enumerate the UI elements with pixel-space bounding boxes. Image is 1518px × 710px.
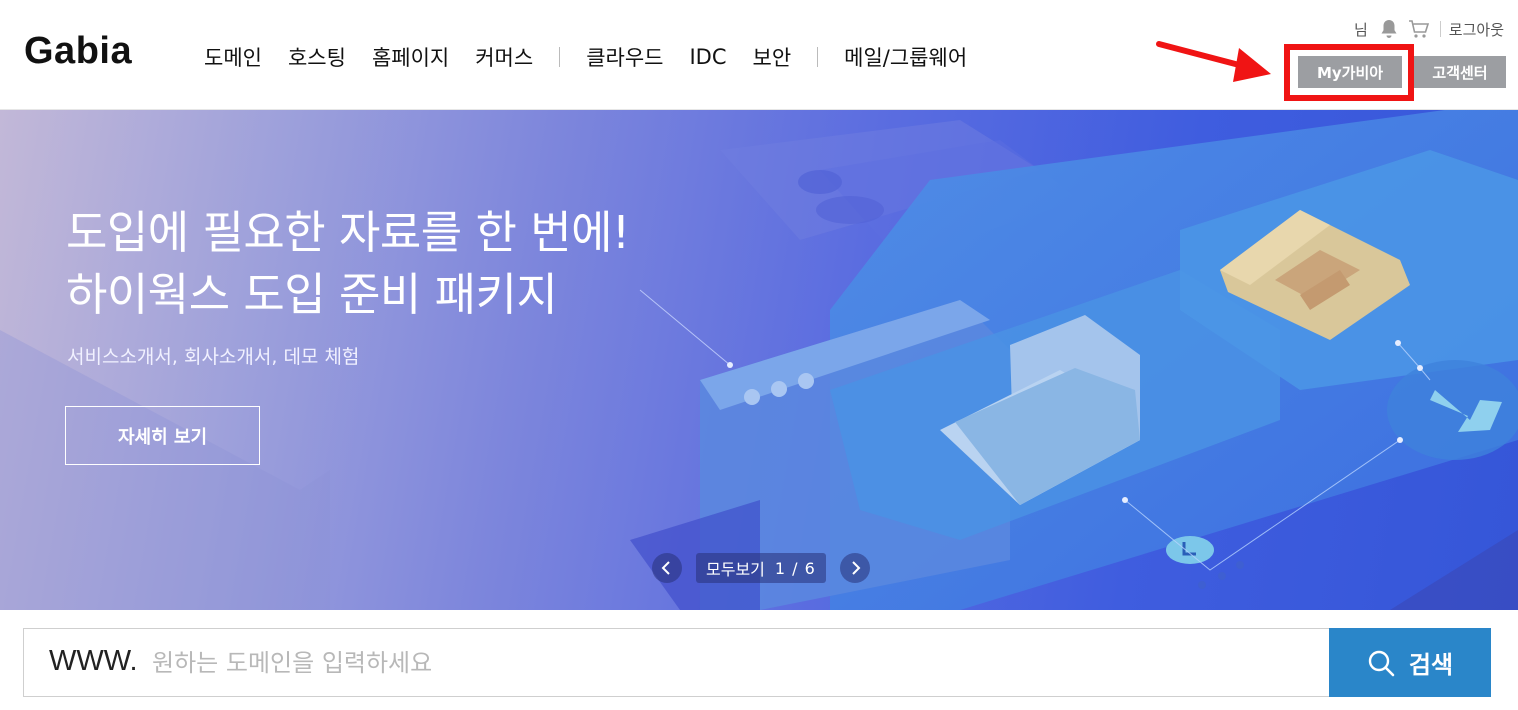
view-all-link[interactable]: 모두보기 xyxy=(706,556,765,580)
cart-icon[interactable] xyxy=(1408,18,1430,40)
nav-idc[interactable]: IDC xyxy=(689,45,726,69)
red-arrow-annotation xyxy=(1156,41,1271,82)
view-details-button[interactable]: 자세히 보기 xyxy=(65,406,260,465)
logout-link[interactable]: 로그아웃 xyxy=(1449,19,1504,40)
domain-search-input[interactable] xyxy=(152,639,1302,687)
main-nav: 도메인 호스팅 홈페이지 커머스 클라우드 IDC 보안 메일/그룹웨어 xyxy=(204,42,993,72)
gabia-logo[interactable]: Gabia xyxy=(24,30,132,73)
nav-divider xyxy=(817,47,819,67)
my-gabia-button[interactable]: My가비아 xyxy=(1298,56,1402,88)
hero-title-line2: 하이웍스 도입 준비 패키지 xyxy=(66,268,558,321)
hero-title-line1: 도입에 필요한 자료를 한 번에! xyxy=(66,206,630,259)
nav-hosting[interactable]: 호스팅 xyxy=(288,42,346,72)
hero-title: 도입에 필요한 자료를 한 번에! 하이웍스 도입 준비 패키지 xyxy=(66,202,630,326)
banner-page-count: 1 / 6 xyxy=(774,558,816,578)
hero-subtitle: 서비스소개서, 회사소개서, 데모 체험 xyxy=(67,346,360,368)
nav-mail-groupware[interactable]: 메일/그룹웨어 xyxy=(844,42,967,72)
search-button[interactable]: 검색 xyxy=(1329,628,1491,697)
hero-banner: 도입에 필요한 자료를 한 번에! 하이웍스 도입 준비 패키지 서비스소개서,… xyxy=(0,110,1518,610)
nav-commerce[interactable]: 커머스 xyxy=(475,42,533,72)
nav-homepage[interactable]: 홈페이지 xyxy=(372,42,449,72)
www-prefix: WWW. xyxy=(49,645,138,677)
search-button-label: 검색 xyxy=(1408,651,1454,679)
utility-menu: 님 로그아웃 xyxy=(1354,16,1504,42)
nav-security[interactable]: 보안 xyxy=(753,42,792,72)
util-divider xyxy=(1439,21,1441,37)
search-icon xyxy=(1367,649,1395,677)
user-greeting: 님 xyxy=(1353,20,1368,39)
nav-divider xyxy=(559,47,561,67)
banner-counter: 모두보기 1 / 6 xyxy=(696,553,826,583)
site-header: Gabia 도메인 호스팅 홈페이지 커머스 클라우드 IDC 보안 메일/그룹… xyxy=(0,0,1518,110)
nav-domain[interactable]: 도메인 xyxy=(204,42,262,72)
banner-pager: 모두보기 1 / 6 xyxy=(652,552,870,584)
customer-center-button[interactable]: 고객센터 xyxy=(1414,56,1506,88)
chevron-right-icon[interactable] xyxy=(839,553,870,583)
domain-search-bar: WWW. 검색 xyxy=(23,628,1491,697)
bell-icon[interactable] xyxy=(1378,18,1400,40)
nav-cloud[interactable]: 클라우드 xyxy=(586,42,663,72)
chevron-left-icon[interactable] xyxy=(652,553,682,583)
